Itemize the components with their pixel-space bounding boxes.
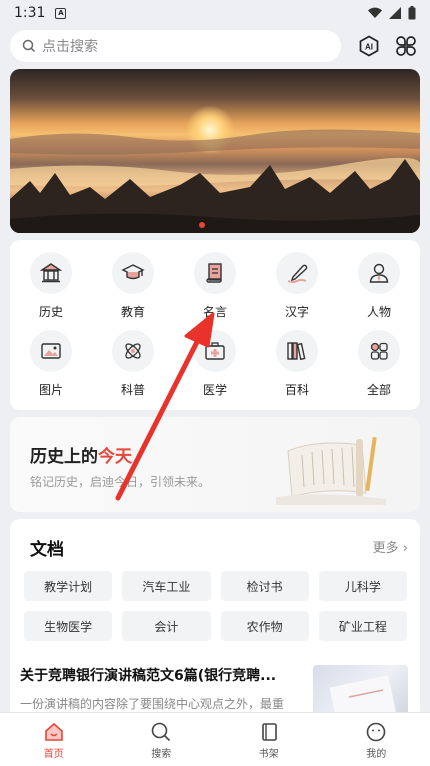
category-all[interactable]: 全部: [338, 330, 420, 408]
article-thumbnail[interactable]: [313, 665, 408, 719]
battery-icon: [408, 6, 416, 20]
category-label: 历史: [38, 305, 63, 319]
category-label: 教育: [120, 305, 145, 319]
banner-landscape: [10, 129, 420, 233]
wifi-icon: [368, 7, 382, 19]
status-icons: [367, 6, 416, 20]
tab-home-label: 首页: [43, 749, 64, 760]
documents-card: 文档 更多 › 教学计划 汽车工业 检讨书 儿科学 生物医学 会计 农作物 矿业…: [10, 519, 420, 719]
atom-icon: [112, 330, 154, 372]
more-link[interactable]: 更多 ›: [373, 537, 408, 556]
category-label: 百科: [284, 383, 309, 397]
profile-icon: [366, 722, 386, 742]
category-label: 全部: [366, 383, 391, 397]
pen-icon: [276, 252, 318, 294]
history-today-title: 历史上的今天: [30, 442, 132, 467]
more-label: 更多: [372, 541, 399, 556]
signal-icon: [389, 7, 401, 19]
tab-search[interactable]: 搜索: [108, 713, 216, 766]
category-label: 科普: [120, 383, 145, 397]
history-title-highlight: 今天: [98, 447, 132, 467]
home-icon: [44, 722, 63, 741]
doc-tag[interactable]: 矿业工程: [318, 611, 407, 641]
doc-tag[interactable]: 检讨书: [220, 571, 309, 601]
doc-tag[interactable]: 农作物: [220, 611, 309, 641]
category-label: 名言: [202, 305, 227, 319]
search-icon: [22, 39, 36, 53]
search-row: 点击搜索 AI: [10, 30, 420, 62]
tab-profile-label: 我的: [366, 749, 387, 760]
notebook-illustration: [329, 675, 397, 719]
tab-bookshelf[interactable]: 书架: [215, 713, 323, 766]
chevron-right-icon: ›: [402, 541, 408, 556]
category-history[interactable]: 历史: [10, 252, 92, 330]
scroll-illustration: [276, 436, 386, 505]
ai-hexagon-icon: AI: [359, 35, 379, 57]
person-icon: [358, 252, 400, 294]
history-building-icon: [30, 252, 72, 294]
category-label: 汉字: [284, 305, 309, 319]
document-tags: 教学计划 汽车工业 检讨书 儿科学 生物医学 会计 农作物 矿业工程: [24, 571, 407, 641]
clover-grid-icon: [396, 36, 417, 56]
category-label: 医学: [202, 383, 227, 397]
banner-indicator-dot: [199, 222, 205, 228]
grid-icon: [358, 330, 400, 372]
search-icon: [151, 722, 171, 742]
tab-profile[interactable]: 我的: [323, 713, 430, 766]
status-time: 1:31: [14, 5, 46, 21]
category-card: 历史 教育 名言 汉字 人物 图片 科普 医学 百科 全部: [10, 240, 420, 410]
doc-tag[interactable]: 生物医学: [24, 611, 113, 641]
status-bar: 1:31 A: [0, 0, 430, 26]
category-characters[interactable]: 汉字: [256, 252, 338, 330]
medical-kit-icon: [194, 330, 236, 372]
category-label: 人物: [366, 305, 391, 319]
history-title-prefix: 历史上的: [30, 447, 98, 467]
documents-title: 文档: [30, 540, 64, 560]
image-icon: [30, 330, 72, 372]
doc-tag[interactable]: 教学计划: [24, 571, 113, 601]
bottom-tab-bar: 首页 搜索 书架 我的: [0, 712, 430, 766]
category-education[interactable]: 教育: [92, 252, 174, 330]
category-label: 图片: [38, 383, 63, 397]
search-placeholder: 点击搜索: [42, 39, 98, 55]
tab-home[interactable]: 首页: [0, 713, 108, 766]
apps-button[interactable]: [393, 32, 420, 60]
banner-image[interactable]: [10, 69, 420, 233]
doc-tag[interactable]: 汽车工业: [122, 571, 211, 601]
ai-icon-label: AI: [365, 43, 373, 52]
doc-tag[interactable]: 会计: [122, 611, 211, 641]
category-pictures[interactable]: 图片: [10, 330, 92, 408]
history-today-card[interactable]: 历史上的今天 铭记历史，启迪今日，引领未来。: [10, 417, 420, 512]
article-title[interactable]: 关于竞聘银行演讲稿范文6篇(银行竞聘...: [20, 665, 300, 685]
category-medicine[interactable]: 医学: [174, 330, 256, 408]
history-today-subtitle: 铭记历史，启迪今日，引领未来。: [30, 475, 211, 489]
category-encyclopedia[interactable]: 百科: [256, 330, 338, 408]
tab-bookshelf-label: 书架: [258, 749, 279, 760]
tab-search-label: 搜索: [151, 749, 172, 760]
article-excerpt: 一份演讲稿的内容除了要围绕中心观点之外，最重: [20, 697, 285, 711]
scroll-icon: [194, 252, 236, 294]
bookshelf-icon: [261, 723, 277, 741]
books-icon: [276, 330, 318, 372]
category-grid: 历史 教育 名言 汉字 人物 图片 科普 医学 百科 全部: [10, 240, 420, 408]
notification-icon: A: [55, 7, 67, 19]
category-science[interactable]: 科普: [92, 330, 174, 408]
category-quotes[interactable]: 名言: [174, 252, 256, 330]
doc-tag[interactable]: 儿科学: [318, 571, 407, 601]
ai-button[interactable]: AI: [355, 32, 382, 60]
graduation-cap-icon: [112, 252, 154, 294]
search-input[interactable]: 点击搜索: [10, 30, 342, 62]
category-people[interactable]: 人物: [338, 252, 420, 330]
